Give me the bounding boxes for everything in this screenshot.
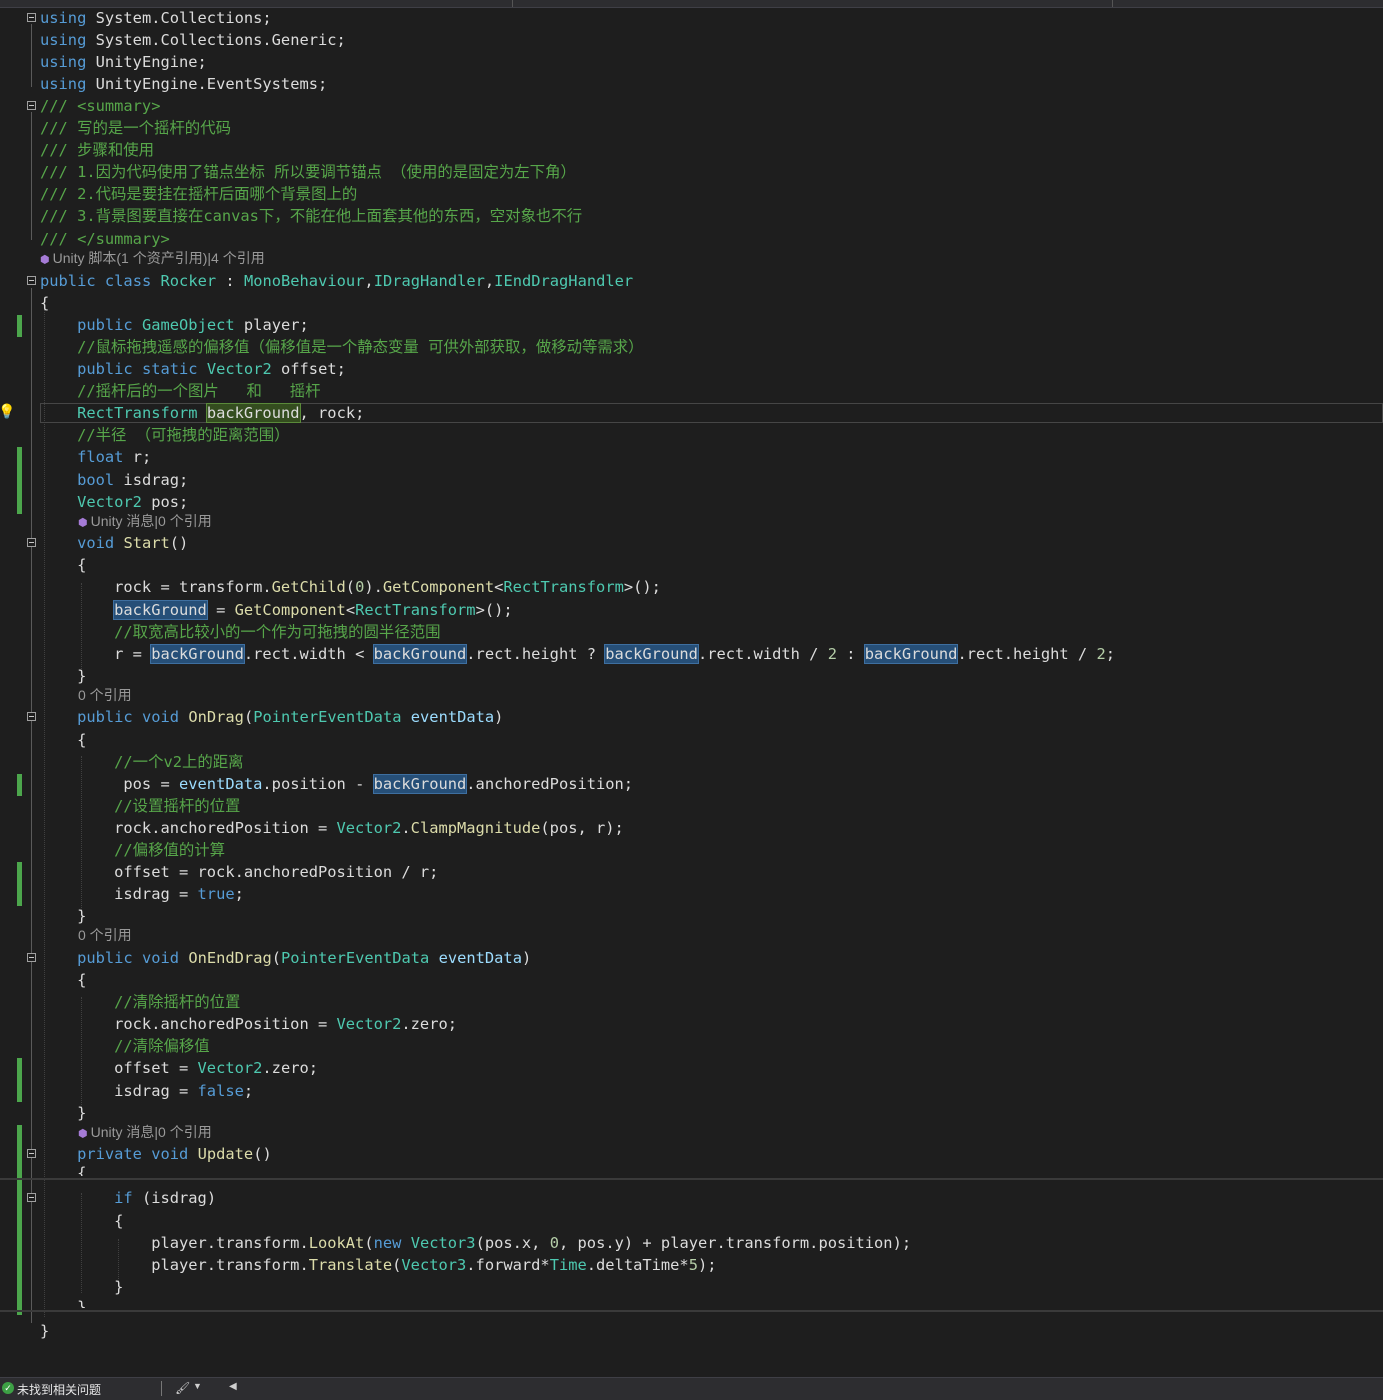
code-line[interactable]: //偏移值的计算 xyxy=(40,839,1383,861)
change-marker xyxy=(17,1058,22,1102)
collapse-toggle-icon[interactable] xyxy=(27,13,36,22)
code-line[interactable]: rock = transform.GetChild(0).GetComponen… xyxy=(40,576,1383,598)
issues-status-text[interactable]: 未找到相关问题 xyxy=(17,1381,101,1398)
code-line[interactable]: public GameObject player; xyxy=(40,314,1383,336)
paintbrush-icon[interactable]: 🖌 xyxy=(175,1381,190,1395)
tab-divider xyxy=(512,0,513,7)
code-line[interactable]: //清除偏移值 xyxy=(40,1035,1383,1057)
code-line[interactable]: //设置摇杆的位置 xyxy=(40,795,1383,817)
code-line[interactable]: { xyxy=(40,554,1383,576)
change-marker xyxy=(17,1125,22,1315)
code-lens-text[interactable]: Unity 消息|0 个引用 xyxy=(91,1124,212,1140)
code-line[interactable]: float r; xyxy=(40,446,1383,468)
editor-separator xyxy=(0,1178,1383,1180)
unity-cube-icon: ⬢ xyxy=(78,1128,88,1140)
code-line[interactable]: isdrag = true; xyxy=(40,883,1383,905)
check-circle-icon[interactable]: ✓ xyxy=(2,1382,14,1394)
collapse-toggle-icon[interactable] xyxy=(27,538,36,547)
code-line[interactable]: player.transform.Translate(Vector3.forwa… xyxy=(40,1254,1383,1276)
arrow-left-icon[interactable]: ◀ xyxy=(229,1381,237,1392)
code-lens-update[interactable]: ⬢ Unity 消息|0 个引用 xyxy=(78,1123,212,1141)
code-line[interactable]: { xyxy=(40,969,1383,991)
editor-separator xyxy=(0,1310,1383,1312)
code-line[interactable]: /// </summary> xyxy=(40,228,1383,250)
code-line[interactable]: bool isdrag; xyxy=(40,469,1383,491)
code-line[interactable]: pos = eventData.position - backGround.an… xyxy=(40,773,1383,795)
unity-cube-icon: ⬢ xyxy=(40,254,50,266)
code-lens-text[interactable]: 0 个引用 xyxy=(78,687,132,703)
code-line[interactable]: } xyxy=(40,905,1383,927)
code-lens-class[interactable]: ⬢ Unity 脚本(1 个资产引用)|4 个引用 xyxy=(40,249,265,267)
code-line[interactable]: { xyxy=(40,729,1383,751)
code-editor[interactable]: 💡 using System.Collections; using System… xyxy=(0,7,1383,1377)
code-line[interactable]: rock.anchoredPosition = Vector2.zero; xyxy=(40,1013,1383,1035)
code-line[interactable]: using UnityEngine; xyxy=(40,51,1383,73)
unity-cube-icon: ⬢ xyxy=(78,517,88,529)
code-line[interactable]: public static Vector2 offset; xyxy=(40,358,1383,380)
chevron-down-icon[interactable]: ▼ xyxy=(193,1381,202,1391)
collapse-toggle-icon[interactable] xyxy=(27,953,36,962)
code-lens-onenddrag[interactable]: 0 个引用 xyxy=(78,926,132,944)
code-line[interactable]: //取宽高比较小的一个作为可拖拽的圆半径范围 xyxy=(40,621,1383,643)
collapse-toggle-icon[interactable] xyxy=(27,1149,36,1158)
fold-outline xyxy=(31,24,32,87)
code-line[interactable]: public void OnDrag(PointerEventData even… xyxy=(40,706,1383,728)
code-line[interactable]: } xyxy=(40,1296,1383,1308)
code-line[interactable]: offset = rock.anchoredPosition / r; xyxy=(40,861,1383,883)
code-line[interactable]: /// 2.代码是要挂在摇杆后面哪个背景图上的 xyxy=(40,183,1383,205)
status-bar: ✓ 未找到相关问题 🖌 ▼ ◀ xyxy=(0,1377,1383,1400)
code-line[interactable]: void Start() xyxy=(40,532,1383,554)
code-line[interactable]: //半径 （可拖拽的距离范围） xyxy=(40,424,1383,446)
code-line[interactable]: //一个v2上的距离 xyxy=(40,751,1383,773)
code-line[interactable]: using System.Collections.Generic; xyxy=(40,29,1383,51)
change-marker xyxy=(17,447,22,514)
change-marker xyxy=(17,774,22,796)
code-line[interactable]: { xyxy=(40,1162,1383,1176)
code-lens-text[interactable]: Unity 脚本(1 个资产引用)|4 个引用 xyxy=(53,250,265,266)
collapse-toggle-icon[interactable] xyxy=(27,712,36,721)
code-line[interactable]: } xyxy=(40,1320,1383,1342)
code-line[interactable]: { xyxy=(40,1210,1383,1232)
code-line[interactable]: { xyxy=(40,292,1383,314)
code-line[interactable]: /// 3.背景图要直接在canvas下，不能在他上面套其他的东西，空对象也不行 xyxy=(40,205,1383,227)
change-marker xyxy=(17,862,22,906)
code-line[interactable]: /// 1.因为代码使用了锚点坐标 所以要调节锚点 （使用的是固定为左下角） xyxy=(40,161,1383,183)
lightbulb-icon[interactable]: 💡 xyxy=(0,403,15,421)
code-lens-start[interactable]: ⬢ Unity 消息|0 个引用 xyxy=(78,512,212,530)
code-lens-text[interactable]: 0 个引用 xyxy=(78,927,132,943)
code-line[interactable]: offset = Vector2.zero; xyxy=(40,1057,1383,1079)
code-line[interactable]: isdrag = false; xyxy=(40,1080,1383,1102)
code-line[interactable]: /// <summary> xyxy=(40,95,1383,117)
code-line[interactable]: } xyxy=(40,1102,1383,1124)
code-line[interactable]: //摇杆后的一个图片 和 摇杆 xyxy=(40,380,1383,402)
code-line[interactable]: public class Rocker : MonoBehaviour,IDra… xyxy=(40,270,1383,292)
collapse-toggle-icon[interactable] xyxy=(27,276,36,285)
code-line[interactable]: Vector2 pos; xyxy=(40,491,1383,513)
code-line[interactable]: if (isdrag) xyxy=(40,1187,1383,1209)
tab-divider xyxy=(1112,0,1113,7)
code-line[interactable]: } xyxy=(40,1276,1383,1298)
code-line[interactable]: rock.anchoredPosition = Vector2.ClampMag… xyxy=(40,817,1383,839)
code-line[interactable]: //清除摇杆的位置 xyxy=(40,991,1383,1013)
code-line[interactable]: } xyxy=(40,665,1383,687)
code-lens-ondrag[interactable]: 0 个引用 xyxy=(78,686,132,704)
code-line[interactable]: RectTransform backGround, rock; xyxy=(40,402,1383,424)
fold-outline xyxy=(31,112,32,240)
code-line[interactable]: public void OnEndDrag(PointerEventData e… xyxy=(40,947,1383,969)
change-marker xyxy=(17,315,22,337)
code-line[interactable]: /// 写的是一个摇杆的代码 xyxy=(40,117,1383,139)
collapse-toggle-icon[interactable] xyxy=(27,101,36,110)
code-line[interactable]: backGround = GetComponent<RectTransform>… xyxy=(40,599,1383,621)
code-line[interactable]: using UnityEngine.EventSystems; xyxy=(40,73,1383,95)
code-line[interactable]: /// 步骤和使用 xyxy=(40,139,1383,161)
fold-outline xyxy=(31,288,32,1323)
code-lens-text[interactable]: Unity 消息|0 个引用 xyxy=(91,513,212,529)
code-line[interactable]: player.transform.LookAt(new Vector3(pos.… xyxy=(40,1232,1383,1254)
code-line[interactable]: r = backGround.rect.width < backGround.r… xyxy=(40,643,1383,665)
code-line[interactable]: using System.Collections; xyxy=(40,7,1383,29)
code-line[interactable]: //鼠标拖拽遥感的偏移值（偏移值是一个静态变量 可供外部获取，做移动等需求） xyxy=(40,336,1383,358)
collapse-toggle-icon[interactable] xyxy=(27,1193,36,1202)
status-divider xyxy=(161,1381,162,1396)
